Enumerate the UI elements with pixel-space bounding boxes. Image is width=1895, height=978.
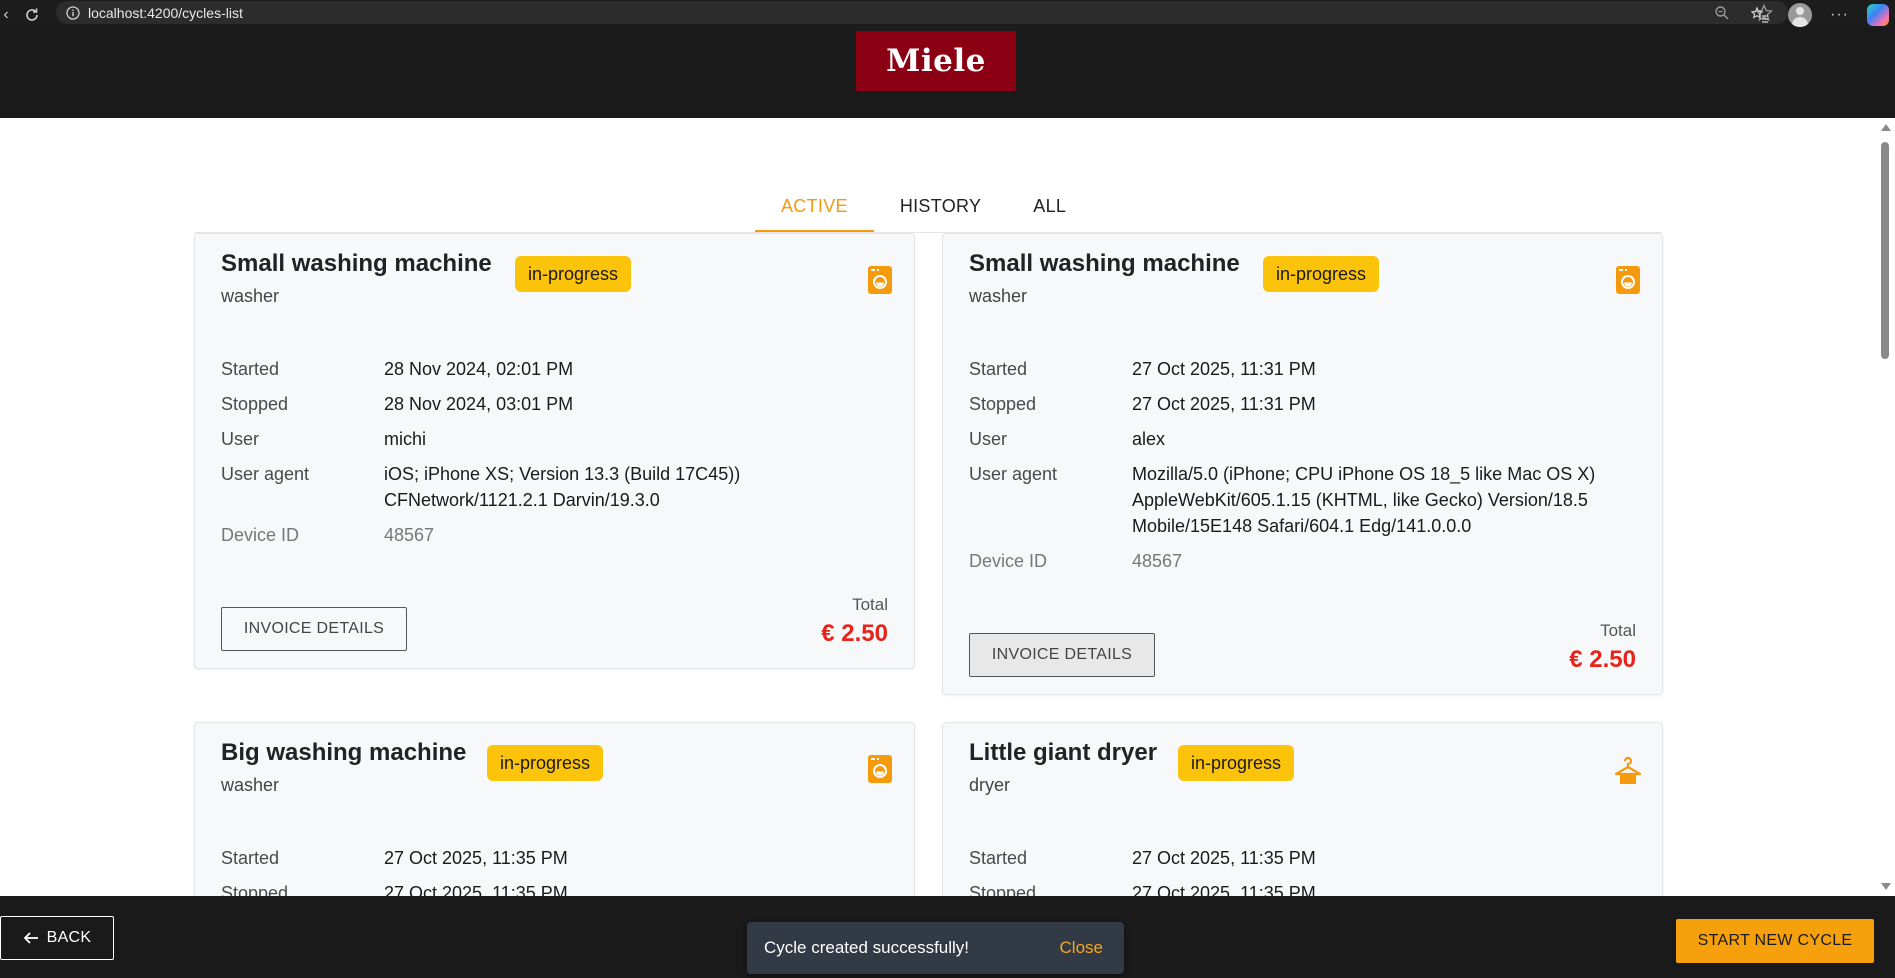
machine-title: Small washing machine [221, 250, 492, 277]
back-button[interactable]: BACK [0, 916, 114, 960]
address-bar[interactable]: localhost:4200/cycles-list [56, 1, 1788, 24]
favorites-icon[interactable] [1750, 5, 1770, 25]
user-label: User [221, 429, 260, 449]
user-agent-line: Mobile/15E148 Safari/604.1 Edg/141.0.0.0 [1132, 516, 1472, 536]
reload-icon[interactable] [12, 0, 52, 29]
total-label: Total [1600, 621, 1636, 640]
started-value: 27 Oct 2025, 11:35 PM [384, 848, 568, 868]
user-agent-label: User agent [221, 464, 310, 484]
status-badge: in-progress [1178, 745, 1295, 781]
device-id-label: Device ID [969, 551, 1048, 571]
user-agent-line: Mozilla/5.0 (iPhone; CPU iPhone OS 18_5 … [1132, 464, 1596, 484]
user-agent-value: Mozilla/5.0 (iPhone; CPU iPhone OS 18_5 … [1132, 461, 1595, 539]
invoice-details-button[interactable]: INVOICE DETAILS [969, 633, 1155, 677]
hanger-icon [1614, 755, 1642, 784]
cycle-card: Small washing machine in-progress washer… [194, 233, 915, 669]
started-value: 28 Nov 2024, 02:01 PM [384, 359, 574, 379]
cycle-card: Little giant dryer in-progress dryer Sta… [942, 722, 1663, 922]
user-label: User [969, 429, 1008, 449]
device-id-label: Device ID [221, 525, 300, 545]
invoice-details-button[interactable]: INVOICE DETAILS [221, 607, 407, 651]
machine-type: dryer [969, 775, 1011, 795]
scroll-down-arrow[interactable] [1881, 883, 1891, 890]
washing-machine-icon [868, 755, 892, 783]
tab-history[interactable]: HISTORY [874, 188, 1007, 232]
tab-active[interactable]: ACTIVE [755, 188, 874, 232]
cycle-card: Small washing machine in-progress washer… [942, 233, 1663, 695]
scroll-thumb[interactable] [1881, 142, 1889, 359]
device-id-value: 48567 [384, 525, 435, 545]
started-label: Started [221, 359, 280, 379]
brand-logo-text: Miele [886, 43, 986, 79]
user-agent-label: User agent [969, 464, 1058, 484]
stopped-value: 27 Oct 2025, 11:31 PM [1132, 394, 1316, 414]
started-label: Started [969, 848, 1028, 868]
user-value: michi [384, 429, 427, 449]
snackbar-close-button[interactable]: Close [1060, 922, 1103, 974]
cycle-tabs: ACTIVE HISTORY ALL [755, 188, 1092, 232]
url-text[interactable]: localhost:4200/cycles-list [88, 5, 243, 21]
arrow-left-icon [23, 932, 38, 944]
start-new-cycle-button[interactable]: START NEW CYCLE [1676, 919, 1874, 963]
browser-back-icon[interactable]: ‹ [0, 0, 12, 29]
device-id-value: 48567 [1132, 551, 1183, 571]
back-button-label: BACK [46, 929, 92, 946]
machine-title: Little giant dryer [969, 739, 1158, 766]
zoom-icon[interactable] [1712, 3, 1732, 23]
snackbar-message: Cycle created successfully! [764, 938, 970, 957]
user-value: alex [1132, 429, 1166, 449]
started-label: Started [969, 359, 1028, 379]
started-value: 27 Oct 2025, 11:35 PM [1132, 848, 1316, 868]
started-value: 27 Oct 2025, 11:31 PM [1132, 359, 1316, 379]
user-agent-line: iOS; iPhone XS; Version 13.3 (Build 17C4… [384, 464, 741, 484]
machine-type: washer [221, 775, 280, 795]
profile-avatar[interactable] [1788, 2, 1813, 27]
machine-title: Small washing machine [969, 250, 1240, 277]
machine-title: Big washing machine [221, 739, 467, 766]
total-label: Total [852, 595, 888, 614]
success-snackbar: Cycle created successfully! Close [747, 922, 1124, 974]
washing-machine-icon [1616, 266, 1640, 294]
stopped-label: Stopped [969, 394, 1037, 414]
copilot-icon[interactable] [1867, 3, 1889, 26]
tab-all[interactable]: ALL [1007, 188, 1092, 232]
user-agent-value: iOS; iPhone XS; Version 13.3 (Build 17C4… [384, 461, 740, 513]
total-value: € 2.50 [821, 620, 888, 647]
app-header: Miele [0, 29, 1895, 118]
status-badge: in-progress [1263, 256, 1380, 292]
washing-machine-icon [868, 266, 892, 294]
page-scrollbar[interactable] [1876, 118, 1895, 896]
status-badge: in-progress [515, 256, 632, 292]
brand-logo: Miele [856, 31, 1016, 91]
status-badge: in-progress [487, 745, 604, 781]
cycle-card: Big washing machine in-progress washer S… [194, 722, 915, 922]
stopped-label: Stopped [221, 394, 289, 414]
machine-type: washer [969, 286, 1028, 306]
stopped-value: 28 Nov 2024, 03:01 PM [384, 394, 574, 414]
browser-toolbar: ‹ localhost:4200/cycles-list ··· [0, 0, 1895, 29]
scroll-up-arrow[interactable] [1881, 124, 1891, 131]
more-menu-icon[interactable]: ··· [1830, 6, 1849, 24]
user-agent-line: CFNetwork/1121.2.1 Darvin/19.3.0 [384, 490, 660, 510]
machine-type: washer [221, 286, 280, 306]
started-label: Started [221, 848, 280, 868]
total-value: € 2.50 [1569, 646, 1636, 673]
user-agent-line: AppleWebKit/605.1.15 (KHTML, like Gecko)… [1132, 490, 1588, 510]
site-info-icon[interactable] [66, 5, 80, 20]
